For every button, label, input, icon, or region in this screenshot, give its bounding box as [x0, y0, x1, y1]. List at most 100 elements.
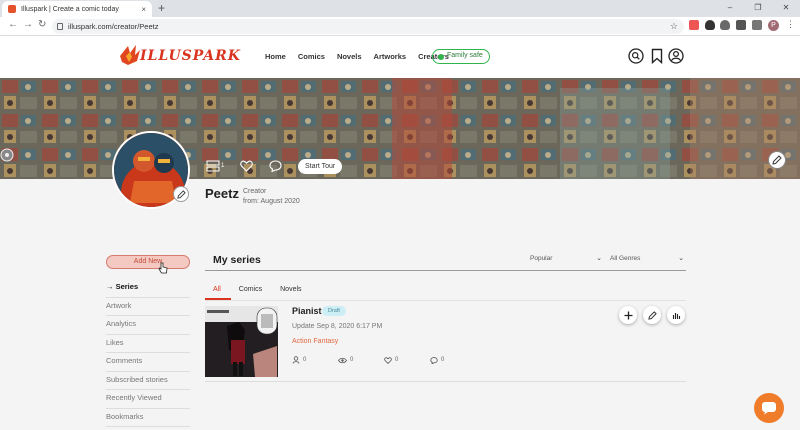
banner-settings-icon[interactable]	[0, 148, 18, 162]
series-stats: 0 0 0 0	[292, 356, 476, 364]
series-analytics-button[interactable]	[667, 306, 685, 324]
sort-select[interactable]: Popular ⌄	[530, 255, 602, 262]
tab-close-icon[interactable]: ×	[141, 5, 146, 14]
browser-profile-avatar[interactable]: P	[768, 20, 779, 31]
bookmark-icon[interactable]	[649, 48, 665, 64]
user-account-icon[interactable]	[668, 48, 684, 64]
search-icon[interactable]	[628, 48, 644, 64]
tabs-divider	[205, 300, 686, 301]
series-stack-icon	[206, 160, 220, 172]
reload-icon[interactable]: ↻	[38, 19, 46, 30]
series-genres: Action Fantasy	[292, 338, 339, 345]
chat-support-button[interactable]	[754, 393, 784, 423]
comments-count: 0	[441, 357, 445, 363]
tab-novels[interactable]: Novels	[272, 286, 311, 300]
nav-artworks[interactable]: Artworks	[374, 52, 407, 61]
url-text: illuspark.com/creator/Peetz	[68, 22, 159, 31]
creator-sidebar: → Series Artwork Analytics Likes Comment…	[106, 279, 190, 427]
edit-series-button[interactable]	[643, 306, 661, 324]
sidebar-item-recently-viewed[interactable]: Recently Viewed	[106, 390, 190, 409]
tab-comics[interactable]: Comics	[231, 286, 272, 300]
back-icon[interactable]: ←	[8, 19, 18, 30]
edit-avatar-button[interactable]	[173, 186, 189, 202]
pencil-icon	[176, 189, 186, 199]
comment-icon	[430, 356, 438, 364]
extension-red-icon[interactable]	[689, 20, 699, 30]
edit-banner-button[interactable]	[768, 151, 786, 169]
add-episode-button[interactable]	[619, 306, 637, 324]
nav-novels[interactable]: Novels	[337, 52, 362, 61]
family-safe-toggle[interactable]: Family safe	[432, 49, 490, 64]
sidebar-item-analytics[interactable]: Analytics	[106, 316, 190, 335]
likes-count: 0	[395, 357, 399, 363]
comment-icon[interactable]	[269, 160, 282, 172]
sidebar-item-label: Series	[115, 282, 139, 291]
user-icon	[292, 356, 300, 364]
nav-home[interactable]: Home	[265, 52, 286, 61]
extension-shield-icon[interactable]	[705, 20, 715, 30]
logo-text[interactable]: ILLUSPARK	[140, 48, 241, 64]
close-window-button[interactable]: ✕	[772, 0, 800, 16]
heart-icon[interactable]	[240, 160, 253, 172]
section-divider	[205, 270, 686, 271]
chat-bubble-icon	[762, 402, 776, 415]
reading-list-icon[interactable]	[752, 20, 762, 30]
pencil-icon	[647, 310, 657, 320]
hand-cursor-icon	[158, 262, 168, 274]
sidebar-item-series[interactable]: → Series	[106, 279, 190, 298]
eye-icon	[338, 357, 347, 363]
sidebar-item-comments[interactable]: Comments	[106, 353, 190, 372]
browser-toolbar: ← → ↻ illuspark.com/creator/Peetz ☆	[0, 17, 800, 36]
active-arrow-icon: →	[106, 282, 114, 291]
tab-title: Illuspark | Create a comic today	[21, 5, 119, 13]
subscribers-stat: 0	[292, 356, 338, 364]
sort-value: Popular	[530, 255, 553, 262]
likes-stat: 0	[384, 356, 430, 364]
genre-value: All Genres	[610, 255, 641, 262]
sidebar-item-subscribed-stories[interactable]: Subscribed stories	[106, 372, 190, 390]
window-controls: – ❐ ✕	[716, 0, 800, 16]
restore-button[interactable]: ❐	[744, 0, 772, 16]
creator-role: Creator	[243, 188, 267, 195]
sidebar-item-artwork[interactable]: Artwork	[106, 298, 190, 316]
genre-select[interactable]: All Genres ⌄	[610, 255, 684, 262]
draft-badge: Draft	[322, 306, 346, 316]
views-count: 0	[350, 357, 354, 363]
creator-join-date: from: August 2020	[243, 198, 300, 205]
add-new-button[interactable]: Add New	[106, 255, 190, 269]
address-bar[interactable]: illuspark.com/creator/Peetz ☆	[52, 19, 684, 34]
chevron-down-icon: ⌄	[596, 255, 602, 262]
browser-tab-strip: Illuspark | Create a comic today × + – ❐…	[0, 0, 800, 17]
bookmark-star-icon[interactable]: ☆	[670, 19, 678, 34]
lock-icon	[57, 23, 63, 30]
section-title: My series	[213, 254, 261, 266]
start-tour-button[interactable]: Start Tour	[298, 159, 343, 174]
extensions-puzzle-icon[interactable]	[736, 20, 746, 30]
forward-icon[interactable]: →	[23, 19, 33, 30]
extension-shield-2-icon[interactable]	[720, 20, 730, 30]
series-thumbnail[interactable]	[205, 306, 278, 377]
series-tabs: All Comics Novels	[205, 286, 312, 300]
minimize-button[interactable]: –	[716, 0, 744, 16]
plus-icon	[624, 311, 632, 319]
site-favicon-icon	[8, 5, 16, 13]
family-safe-dot-icon	[438, 53, 444, 60]
main-nav: Home Comics Novels Artworks Creators	[265, 52, 449, 61]
family-safe-label: Family safe	[447, 52, 483, 59]
views-stat: 0	[338, 356, 384, 364]
series-title[interactable]: Pianist	[292, 306, 322, 316]
browser-tab[interactable]: Illuspark | Create a comic today ×	[2, 1, 152, 17]
bar-chart-icon	[672, 312, 680, 319]
series-card[interactable]: Pianist Draft Update Sep 8, 2020 6:17 PM…	[205, 306, 686, 382]
series-updated: Update Sep 8, 2020 6:17 PM	[292, 323, 383, 330]
heart-icon	[384, 356, 392, 364]
sidebar-item-bookmarks[interactable]: Bookmarks	[106, 409, 190, 427]
browser-menu-icon[interactable]: ⋮	[786, 19, 795, 30]
pencil-icon	[772, 155, 782, 165]
series-count: 1	[221, 163, 225, 169]
sidebar-item-likes[interactable]: Likes	[106, 335, 190, 353]
tab-all[interactable]: All	[205, 286, 231, 300]
chevron-down-icon: ⌄	[678, 255, 684, 262]
nav-comics[interactable]: Comics	[298, 52, 325, 61]
new-tab-button[interactable]: +	[158, 1, 165, 15]
